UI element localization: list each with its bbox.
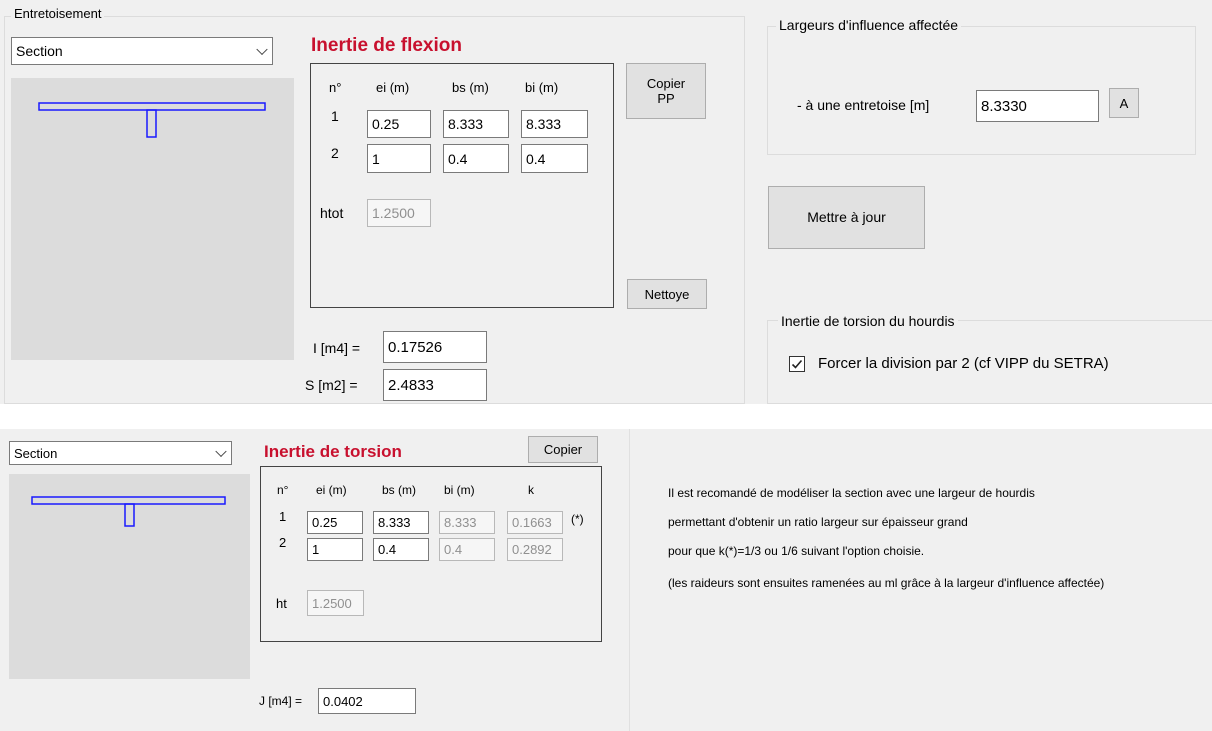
torsion-title: Inertie de torsion: [264, 442, 402, 461]
bottom-section-dropdown-value: Section: [14, 445, 58, 461]
a-button-label: A: [1119, 95, 1129, 111]
update-button[interactable]: Mettre à jour: [768, 186, 925, 249]
influence-field-label: - à une entretoise [m]: [797, 97, 930, 113]
inertia-label: I [m4] =: [313, 340, 361, 356]
torsion-header-ei: ei (m): [316, 483, 347, 497]
ht-label: ht: [276, 596, 287, 611]
torsion-row-1-bs-input[interactable]: 8.333: [373, 511, 429, 534]
note-line-3: pour que k(*)=1/3 ou 1/6 suivant l'optio…: [668, 544, 925, 558]
note-line-4: (les raideurs sont ensuites ramenées au …: [668, 576, 1105, 590]
copy-pp-button-label: Copier PP: [646, 76, 686, 106]
force-division-label[interactable]: Forcer la division par 2 (cf VIPP du SET…: [818, 355, 1109, 372]
chevron-down-icon: [256, 43, 268, 56]
torsion-row-2-bi-value: 0.4: [439, 538, 495, 561]
flexion-row-1-n: 1: [331, 108, 339, 124]
checkmark-icon: [791, 359, 803, 369]
torsion-row-2-ei-input[interactable]: 1: [307, 538, 363, 561]
torsion-row-2-k-value: 0.2892: [507, 538, 563, 561]
torsion-row-1-ei-input[interactable]: 0.25: [307, 511, 363, 534]
chevron-down-icon: [215, 445, 227, 458]
flexion-header-bs: bs (m): [452, 80, 489, 95]
bottom-copy-button-label: Copier: [543, 442, 583, 457]
flexion-row-1-ei-input[interactable]: 0.25: [367, 110, 431, 138]
bottom-copy-button[interactable]: Copier: [528, 436, 598, 463]
section-preview: [11, 78, 294, 360]
bottom-divider: [629, 429, 630, 731]
ht-value: 1.2500: [307, 590, 364, 616]
torsion-header-n: n°: [277, 483, 289, 497]
torsion-row-1-n: 1: [279, 509, 287, 524]
flexion-row-2-n: 2: [331, 145, 339, 161]
htot-value: 1.2500: [367, 199, 431, 227]
torsion-header-bs: bs (m): [382, 483, 416, 497]
j-label: J [m4] =: [259, 694, 303, 708]
flexion-row-2-bs-input[interactable]: 0.4: [443, 144, 509, 173]
torsion-row-1-bi-value: 8.333: [439, 511, 495, 534]
update-button-label: Mettre à jour: [807, 209, 886, 225]
inertia-value[interactable]: 0.17526: [383, 331, 487, 363]
flexion-header-n: n°: [329, 80, 342, 95]
clean-button-label: Nettoye: [644, 286, 690, 302]
bottom-section-dropdown[interactable]: Section: [9, 441, 232, 465]
bottom-section-preview: [9, 474, 250, 679]
t-section-drawing: [31, 496, 226, 527]
torsion-header-bi: bi (m): [444, 483, 475, 497]
torsion-row-2-n: 2: [279, 535, 287, 550]
clean-button[interactable]: Nettoye: [627, 279, 707, 309]
section-dropdown-value: Section: [16, 43, 63, 59]
flexion-header-bi: bi (m): [525, 80, 559, 95]
flexion-title: Inertie de flexion: [311, 35, 462, 56]
a-button[interactable]: A: [1109, 88, 1139, 118]
influence-field-input[interactable]: 8.3330: [976, 90, 1099, 122]
influence-group-label: Largeurs d'influence affectée: [776, 17, 962, 33]
j-value[interactable]: 0.0402: [318, 688, 416, 714]
note-line-1: Il est recomandé de modéliser la section…: [668, 486, 1035, 500]
flexion-row-2-bi-input[interactable]: 0.4: [521, 144, 588, 173]
flexion-row-1-bs-input[interactable]: 8.333: [443, 110, 509, 138]
force-division-checkbox[interactable]: [789, 356, 805, 372]
copy-pp-button[interactable]: Copier PP: [626, 63, 706, 119]
area-value[interactable]: 2.4833: [383, 369, 487, 401]
flexion-row-2-ei-input[interactable]: 1: [367, 144, 431, 173]
torsion-row-2-bs-input[interactable]: 0.4: [373, 538, 429, 561]
htot-label: htot: [320, 205, 344, 221]
torsion-hourdis-group-label: Inertie de torsion du hourdis: [778, 313, 958, 329]
torsion-header-k: k: [528, 483, 534, 497]
section-dropdown[interactable]: Section: [11, 37, 273, 65]
torsion-row-1-k-value: 0.1663: [507, 511, 563, 534]
note-line-2: permettant d'obtenir un ratio largeur su…: [668, 515, 968, 529]
t-section-drawing: [38, 102, 266, 138]
entretoisement-group-label: Entretoisement: [11, 6, 105, 21]
flexion-row-1-bi-input[interactable]: 8.333: [521, 110, 588, 138]
torsion-row-1-note: (*): [571, 512, 584, 526]
area-label: S [m2] =: [305, 377, 358, 393]
flexion-header-ei: ei (m): [376, 80, 410, 95]
flexion-table-box: [310, 63, 614, 308]
